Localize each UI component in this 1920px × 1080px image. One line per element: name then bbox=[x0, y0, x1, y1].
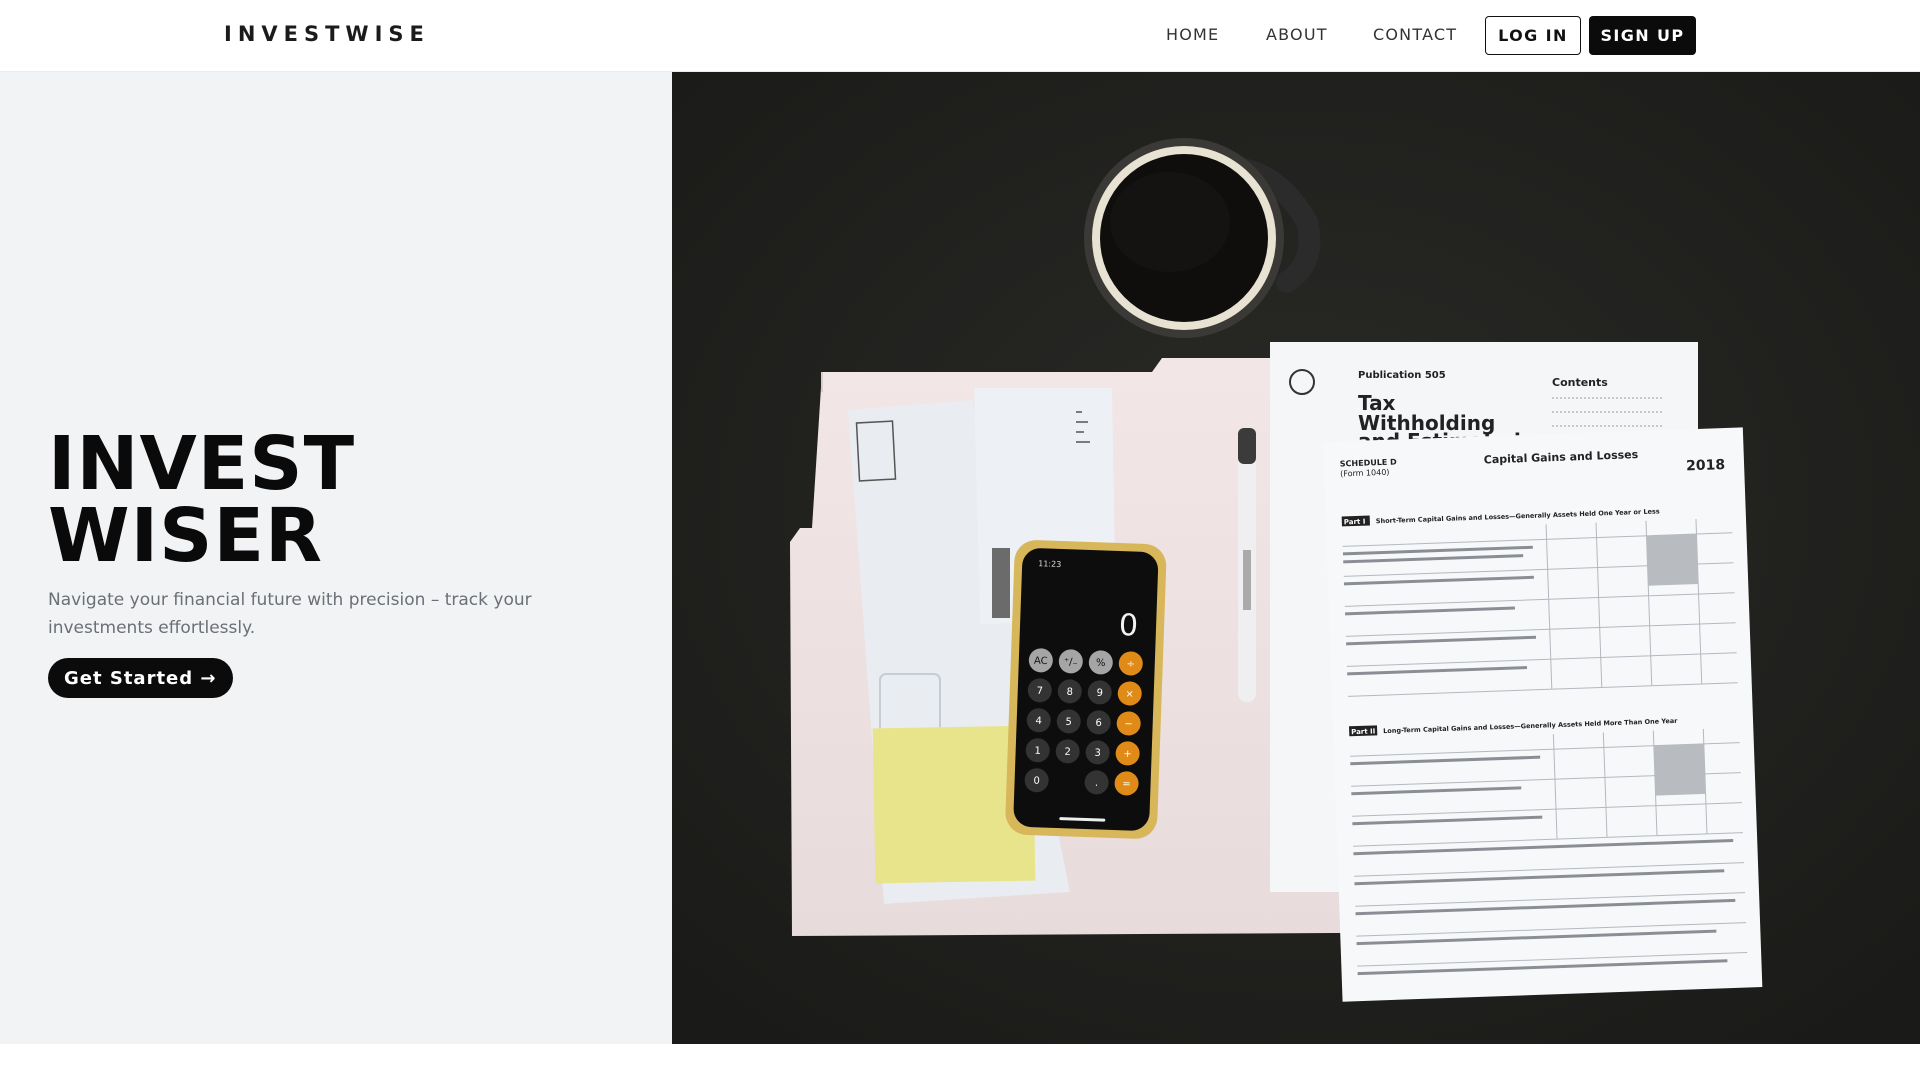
nav-link-contact[interactable]: CONTACT bbox=[1373, 25, 1457, 44]
calculator-key-label: 3 bbox=[1094, 748, 1101, 759]
calculator-key-label: 6 bbox=[1095, 718, 1102, 729]
calculator-key-label: 9 bbox=[1096, 688, 1103, 699]
calculator-key-label: % bbox=[1096, 658, 1106, 669]
calculator-key-label: . bbox=[1095, 778, 1099, 789]
signup-button[interactable]: SIGN UP bbox=[1589, 16, 1696, 55]
calculator-key-label: ⁺∕₋ bbox=[1064, 657, 1078, 668]
part1-label: Part I bbox=[1344, 518, 1366, 527]
calculator-key-label: + bbox=[1123, 749, 1132, 760]
login-button[interactable]: LOG IN bbox=[1485, 16, 1581, 55]
calculator-key-label: 0 bbox=[1033, 776, 1040, 787]
calculator-key-label: 2 bbox=[1064, 747, 1071, 758]
calculator-display: 0 bbox=[1118, 608, 1138, 644]
calculator-key-label: 5 bbox=[1065, 717, 1072, 728]
calculator-key-label: − bbox=[1124, 719, 1133, 730]
calculator-key-label: = bbox=[1122, 779, 1131, 790]
schedule-d-paper: SCHEDULE D (Form 1040) Capital Gains and… bbox=[1323, 427, 1763, 1002]
hero-photo: 11:23 0 AC ⁺∕₋% ÷ 7 8 9 × 4 5 6 − 1 2 3 +0. = Publicati… bbox=[672, 72, 1920, 1044]
contents-label: Contents bbox=[1552, 376, 1608, 389]
get-started-button[interactable]: Get Started → bbox=[48, 658, 233, 698]
pen bbox=[1238, 428, 1256, 702]
hero-subtitle: Navigate your financial future with prec… bbox=[48, 590, 532, 638]
calculator-key-label: 1 bbox=[1034, 746, 1041, 757]
hero-title: INVEST WISER bbox=[48, 421, 356, 579]
phone-calculator: 11:23 0 AC ⁺∕₋% ÷ 7 8 9 × 4 5 6 − 1 2 3 +0. = bbox=[1005, 540, 1167, 839]
calculator-key-label: 8 bbox=[1066, 687, 1073, 698]
nav-link-about[interactable]: ABOUT bbox=[1266, 25, 1328, 44]
calculator-key-label: × bbox=[1125, 689, 1134, 700]
hero-title-line-1: INVEST bbox=[48, 421, 356, 507]
phone-time: 11:23 bbox=[1038, 559, 1061, 569]
calculator-key-label: 4 bbox=[1035, 716, 1042, 727]
schedule-year: 2018 bbox=[1686, 457, 1726, 474]
schedule-form: (Form 1040) bbox=[1340, 468, 1390, 479]
hero-text-panel: INVEST WISER Navigate your financial fut… bbox=[0, 72, 672, 1044]
publication-label: Publication 505 bbox=[1358, 370, 1446, 381]
top-nav-bar: INVESTWISE HOME ABOUT CONTACT LOG IN SIG… bbox=[0, 0, 1920, 72]
calculator-key-label: ÷ bbox=[1126, 659, 1135, 670]
part2-label: Part II bbox=[1351, 727, 1375, 736]
brand-logo-text[interactable]: INVESTWISE bbox=[224, 22, 430, 46]
hero-photo-illustration: 11:23 0 AC ⁺∕₋% ÷ 7 8 9 × 4 5 6 − 1 2 3 +0. = Publicati… bbox=[672, 72, 1920, 1044]
hero-title-line-2: WISER bbox=[48, 493, 323, 579]
calculator-key-label: 7 bbox=[1036, 686, 1043, 697]
calculator-key-label: AC bbox=[1034, 656, 1048, 667]
nav-link-home[interactable]: HOME bbox=[1166, 25, 1219, 44]
